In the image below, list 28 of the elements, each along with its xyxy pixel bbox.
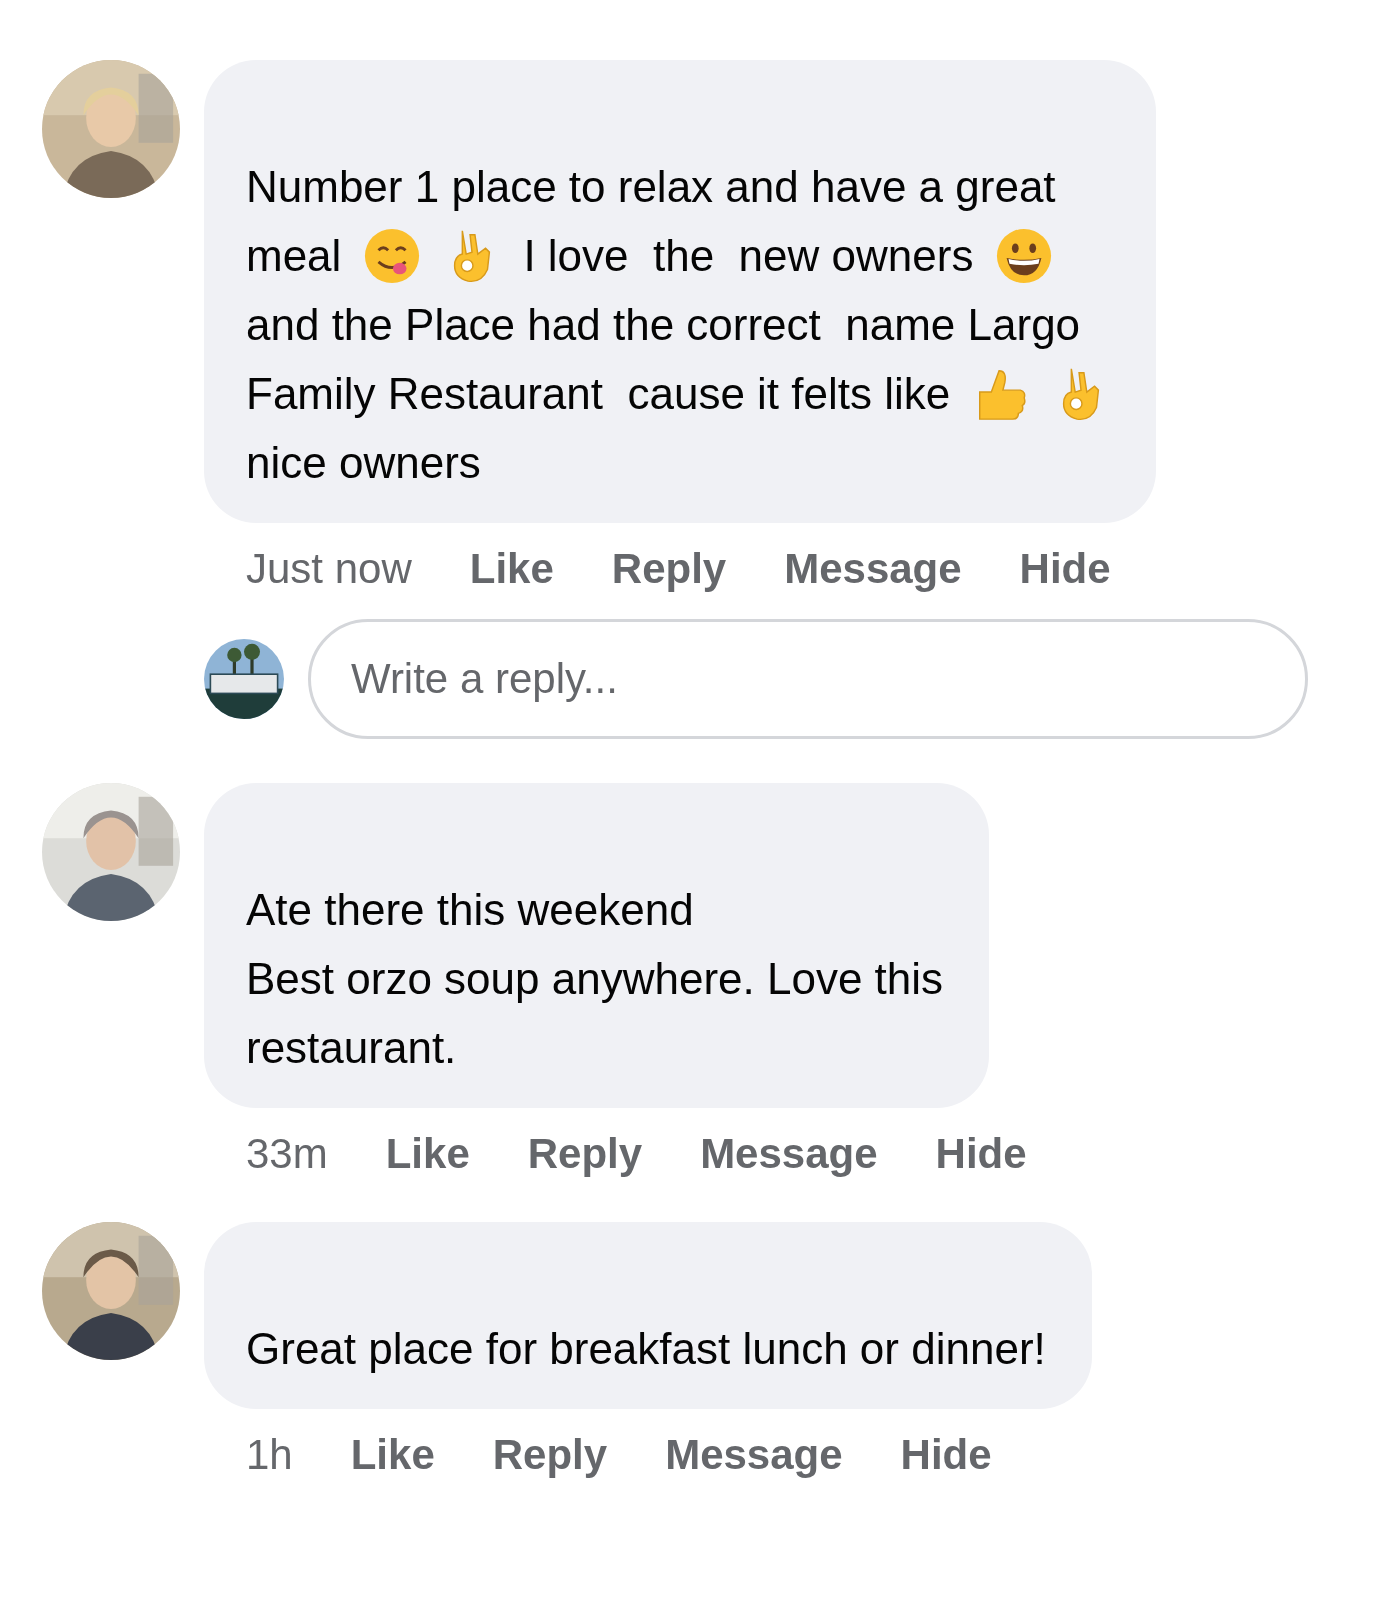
reply-field[interactable]: Write a reply... bbox=[308, 619, 1308, 739]
comment-action-link[interactable]: Message bbox=[700, 1130, 878, 1178]
comment-action-link[interactable]: Reply bbox=[492, 1431, 608, 1479]
comment-action-link[interactable]: Hide bbox=[1019, 545, 1111, 593]
comment-action-link[interactable]: Hide bbox=[935, 1130, 1027, 1178]
comment-text: restaurant. bbox=[246, 1022, 457, 1073]
smiley-tongue-icon bbox=[363, 226, 422, 285]
comment-action-link[interactable]: Like bbox=[385, 1130, 470, 1178]
comment-action-link[interactable]: Reply bbox=[611, 545, 727, 593]
comment-text: Great place for breakfast lunch or dinner! bbox=[246, 1323, 1046, 1374]
comment-action-link[interactable]: Like bbox=[469, 545, 554, 593]
comment-time: 33m bbox=[246, 1130, 328, 1178]
comment-action-link[interactable]: Like bbox=[350, 1431, 435, 1479]
comment-action-link[interactable]: Message bbox=[665, 1431, 843, 1479]
comment-action-link[interactable]: Reply bbox=[527, 1130, 643, 1178]
comment-text: Best orzo soup anywhere. Love this bbox=[246, 953, 944, 1004]
comment-text: meal bbox=[246, 230, 342, 281]
comment-text: Family Restaurant cause it felts like bbox=[246, 368, 951, 419]
grinning-face-icon bbox=[995, 226, 1054, 285]
comment-text: Number 1 place to relax and have a great bbox=[246, 161, 1056, 212]
comment-time: Just now bbox=[246, 545, 412, 593]
comment-text: and the Place had the correct name Largo bbox=[246, 299, 1081, 350]
comment-text: I love the new owners bbox=[523, 230, 974, 281]
comment-text: nice owners bbox=[246, 437, 481, 488]
comment-text: Ate there this weekend bbox=[246, 884, 694, 935]
comment-time: 1h bbox=[246, 1431, 293, 1479]
comment-action-link[interactable]: Hide bbox=[900, 1431, 992, 1479]
comment-action-link[interactable]: Message bbox=[784, 545, 962, 593]
